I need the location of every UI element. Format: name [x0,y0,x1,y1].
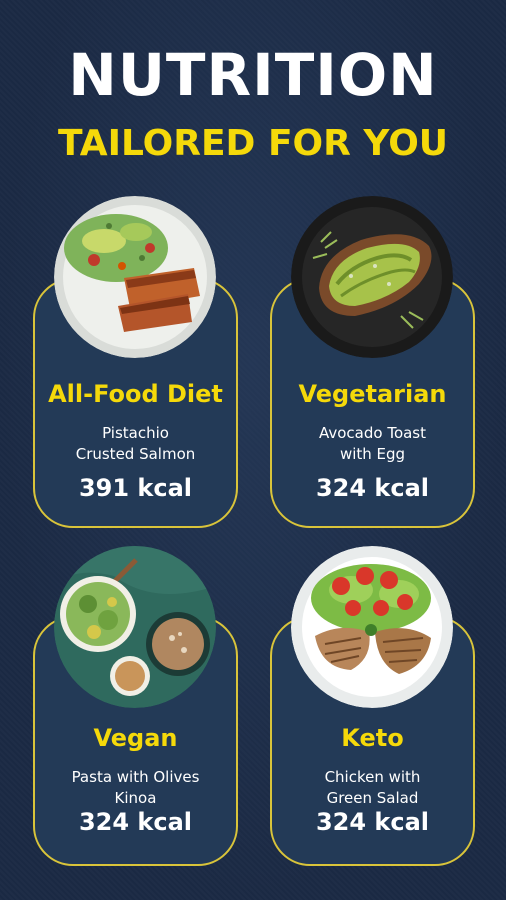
chicken-salad-icon [291,546,453,708]
meal-calories: 324 kcal [315,808,430,836]
meal-calories: 391 kcal [78,474,193,502]
diet-title: All-Food Diet [48,380,223,408]
meal-name: Pistachio Crusted Salmon [75,424,196,463]
meal-calories: 324 kcal [315,474,430,502]
page-subtitle: TAILORED FOR YOU [57,123,449,164]
salmon-plate-icon [54,196,216,358]
meal-calories: 324 kcal [78,808,193,836]
avocado-toast-icon [291,196,453,358]
page-title: NUTRITION [68,41,438,109]
vegan-bowls-icon [54,546,216,708]
diet-title: Vegetarian [298,380,447,408]
meal-name: Avocado Toast with Egg [318,424,427,463]
meal-name: Pasta with Olives Kinoa [71,768,200,807]
diet-title: Vegan [93,724,178,752]
diet-title: Keto [341,724,404,752]
meal-name: Chicken with Green Salad [324,768,421,807]
